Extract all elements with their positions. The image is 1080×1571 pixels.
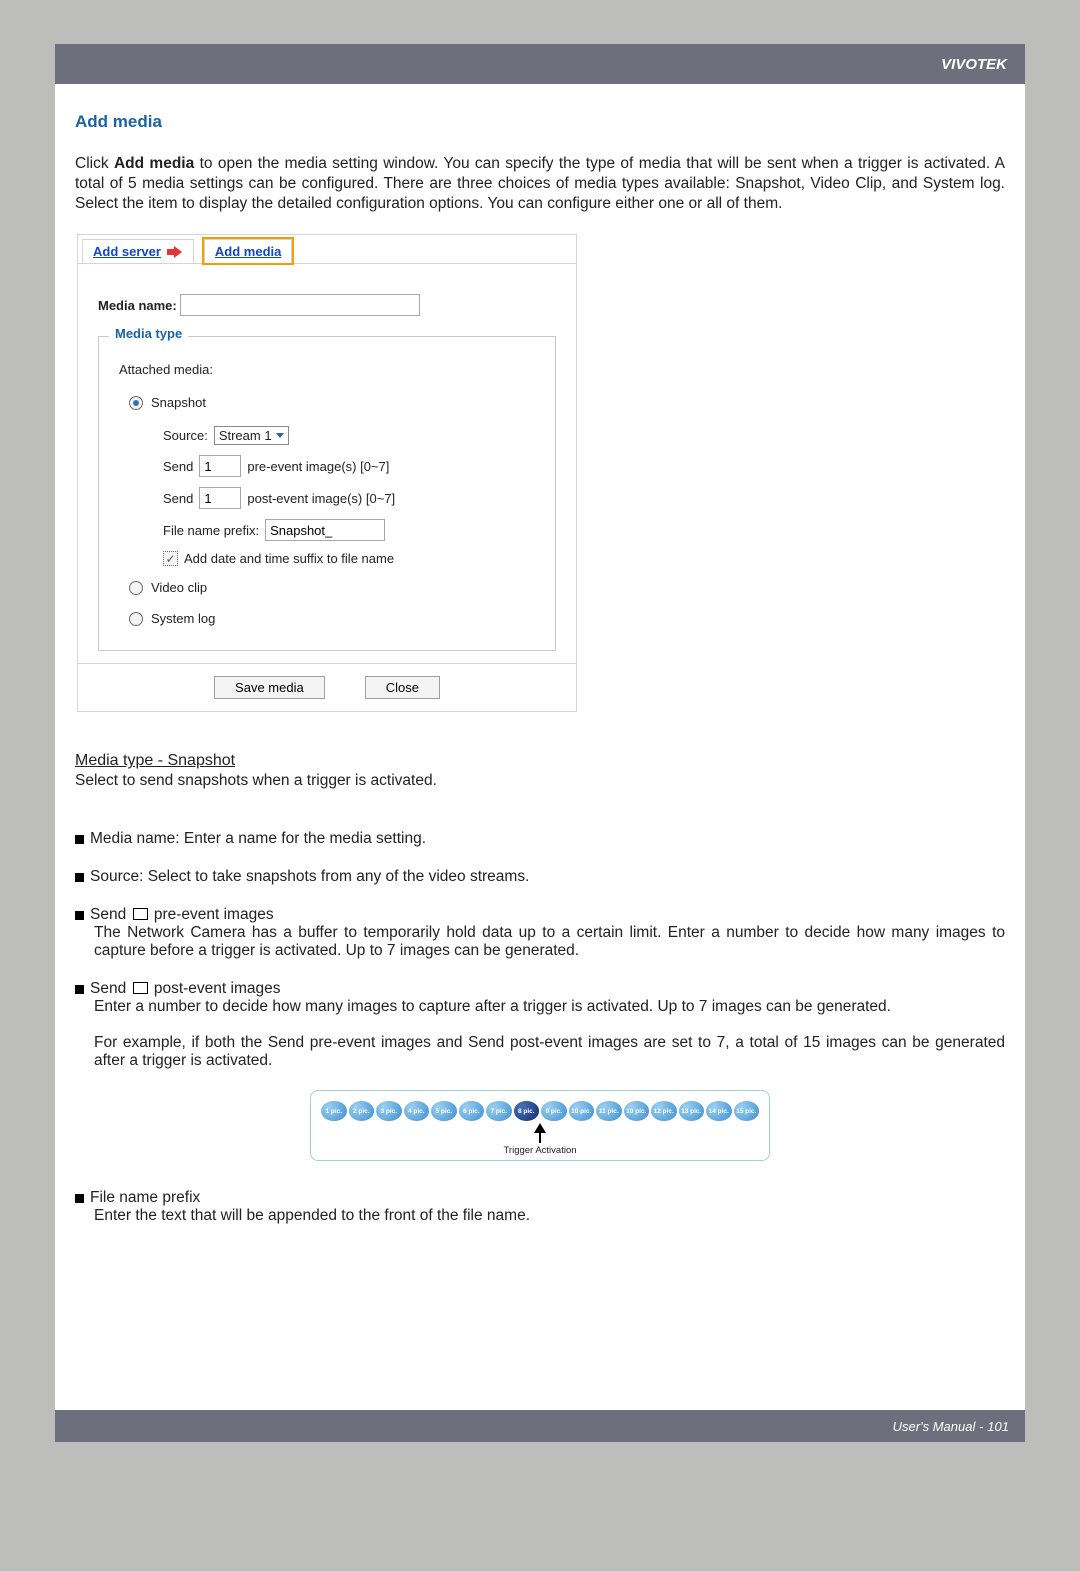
tab-add-server[interactable]: Add server <box>82 239 194 263</box>
pic-badge: 6 pic. <box>459 1101 485 1121</box>
chevron-down-icon <box>276 433 284 438</box>
source-select[interactable]: Stream 1 <box>214 426 289 445</box>
pre-event-suffix: pre-event image(s) [0~7] <box>247 459 389 474</box>
pic-badge: 9 pic. <box>541 1101 567 1121</box>
source-label: Source: <box>163 428 208 443</box>
radio-systemlog-dot <box>129 612 143 626</box>
media-name-label: Media name: <box>98 298 177 313</box>
post-event-input[interactable] <box>199 487 241 509</box>
tab-add-media[interactable]: Add media <box>204 239 292 263</box>
pic-badge: 2 pic. <box>349 1101 375 1121</box>
bullet-media-name: Media name: Enter a name for the media s… <box>90 830 426 848</box>
filename-prefix-label: File name prefix: <box>163 523 259 538</box>
radio-snapshot[interactable]: Snapshot <box>129 395 535 410</box>
radio-videoclip[interactable]: Video clip <box>129 580 535 595</box>
trigger-label: Trigger Activation <box>321 1145 759 1156</box>
pre-event-input[interactable] <box>199 455 241 477</box>
close-button[interactable]: Close <box>365 676 440 699</box>
bullet-pre-detail: The Network Camera has a buffer to tempo… <box>94 924 1005 960</box>
pic-badge: 5 pic. <box>431 1101 457 1121</box>
intro-prefix: Click <box>75 155 114 172</box>
pic-badge: 13 pic. <box>679 1101 705 1121</box>
suffix-checkbox[interactable] <box>163 551 178 566</box>
snapshot-heading: Media type - Snapshot <box>75 752 235 769</box>
radio-videoclip-dot <box>129 581 143 595</box>
bullet-list: Media name: Enter a name for the media s… <box>75 830 1005 1225</box>
radio-snapshot-dot <box>129 396 143 410</box>
add-server-icon <box>165 245 183 259</box>
empty-box-icon <box>133 982 148 994</box>
pic-badge: 10 pic. <box>624 1101 650 1121</box>
pic-badge: 3 pic. <box>376 1101 402 1121</box>
intro-link-bold: Add media <box>114 155 194 172</box>
source-value: Stream 1 <box>219 428 272 443</box>
brand-text: VIVOTEK <box>941 56 1007 73</box>
bullet-post-lead: Send post-event images <box>90 980 280 998</box>
bullet-source: Source: Select to take snapshots from an… <box>90 868 529 886</box>
page: VIVOTEK Add media Click Add media to ope… <box>55 44 1025 1442</box>
attached-media-label: Attached media: <box>119 362 535 377</box>
pic-diagram: 1 pic.2 pic.3 pic.4 pic.5 pic.6 pic.7 pi… <box>310 1090 770 1161</box>
pic-badge: 10 pic. <box>569 1101 595 1121</box>
pic-badge: 4 pic. <box>404 1101 430 1121</box>
suffix-checkbox-label: Add date and time suffix to file name <box>184 551 394 566</box>
footer-page: 101 <box>987 1419 1009 1434</box>
save-media-button[interactable]: Save media <box>214 676 325 699</box>
bullet-prefix-lead: File name prefix <box>90 1189 200 1207</box>
tab-add-media-label: Add media <box>215 244 281 259</box>
bullet-pre-lead: Send pre-event images <box>90 906 274 924</box>
send-label-post: Send <box>163 491 193 506</box>
empty-box-icon <box>133 908 148 920</box>
add-media-dialog: Add server Add media Media name: Media t… <box>77 234 577 712</box>
dialog-buttons: Save media Close <box>78 663 576 711</box>
radio-snapshot-label: Snapshot <box>151 395 206 410</box>
pic-badge: 15 pic. <box>734 1101 760 1121</box>
filename-prefix-input[interactable] <box>265 519 385 541</box>
media-type-legend: Media type <box>109 326 188 341</box>
bullet-post-detail: Enter a number to decide how many images… <box>94 998 1005 1016</box>
header-banner: VIVOTEK <box>55 44 1025 84</box>
pic-badge: 14 pic. <box>706 1101 732 1121</box>
media-type-fieldset: Media type Attached media: Snapshot Sour… <box>98 336 556 651</box>
pic-badge: 8 pic. <box>514 1101 540 1121</box>
footer-text: User's Manual - <box>893 1419 984 1434</box>
send-label-pre: Send <box>163 459 193 474</box>
media-name-input[interactable] <box>180 294 420 316</box>
pic-badge: 1 pic. <box>321 1101 347 1121</box>
radio-systemlog-label: System log <box>151 611 215 626</box>
intro-rest: to open the media setting window. You ca… <box>75 155 1005 212</box>
tab-add-server-label: Add server <box>93 244 161 259</box>
bullet-post-example: For example, if both the Send pre-event … <box>94 1034 1005 1070</box>
dialog-tabs: Add server Add media <box>78 235 576 264</box>
pic-badge: 12 pic. <box>651 1101 677 1121</box>
radio-videoclip-label: Video clip <box>151 580 207 595</box>
bullet-prefix-detail: Enter the text that will be appended to … <box>94 1207 1005 1225</box>
radio-systemlog[interactable]: System log <box>129 611 535 626</box>
intro-paragraph: Click Add media to open the media settin… <box>75 154 1005 214</box>
pic-badge: 7 pic. <box>486 1101 512 1121</box>
pic-badge: 11 pic. <box>596 1101 622 1121</box>
section-title: Add media <box>75 112 1005 132</box>
snapshot-line: Select to send snapshots when a trigger … <box>75 772 1005 790</box>
post-event-suffix: post-event image(s) [0~7] <box>247 491 395 506</box>
trigger-arrow-icon <box>321 1123 759 1143</box>
page-footer: User's Manual - 101 <box>55 1410 1025 1442</box>
